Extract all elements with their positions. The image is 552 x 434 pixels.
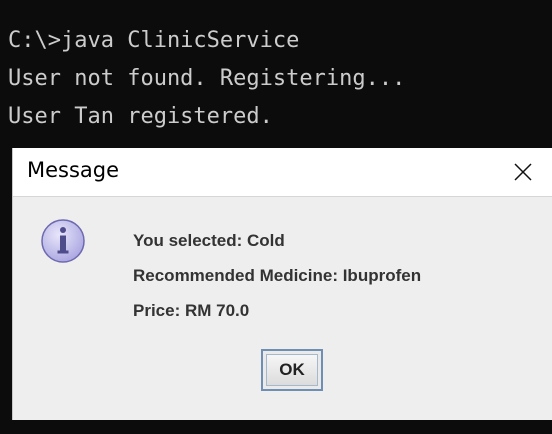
ok-button-label: OK: [266, 354, 318, 386]
message-line-price: Price: RM 70.0: [133, 301, 250, 320]
message-line-medicine: Recommended Medicine: Ibuprofen: [133, 266, 422, 285]
console-line: User not found. Registering...: [8, 66, 406, 91]
dialog-content: You selected: Cold Recommended Medicine:…: [13, 196, 552, 409]
close-button[interactable]: [489, 148, 552, 196]
dialog-title: Message: [27, 158, 120, 182]
message-dialog: Message You selected: Cold Recommended M…: [12, 148, 552, 420]
message-line-selected: You selected: Cold: [133, 231, 285, 250]
ok-button[interactable]: OK: [261, 349, 323, 391]
dialog-titlebar[interactable]: Message: [13, 148, 552, 196]
console-line: C:\>java ClinicService: [8, 28, 300, 53]
dialog-bottom-edge: [13, 408, 552, 420]
info-icon: [41, 219, 85, 263]
close-icon: [514, 163, 532, 181]
console-line: User Tan registered.: [8, 104, 273, 129]
